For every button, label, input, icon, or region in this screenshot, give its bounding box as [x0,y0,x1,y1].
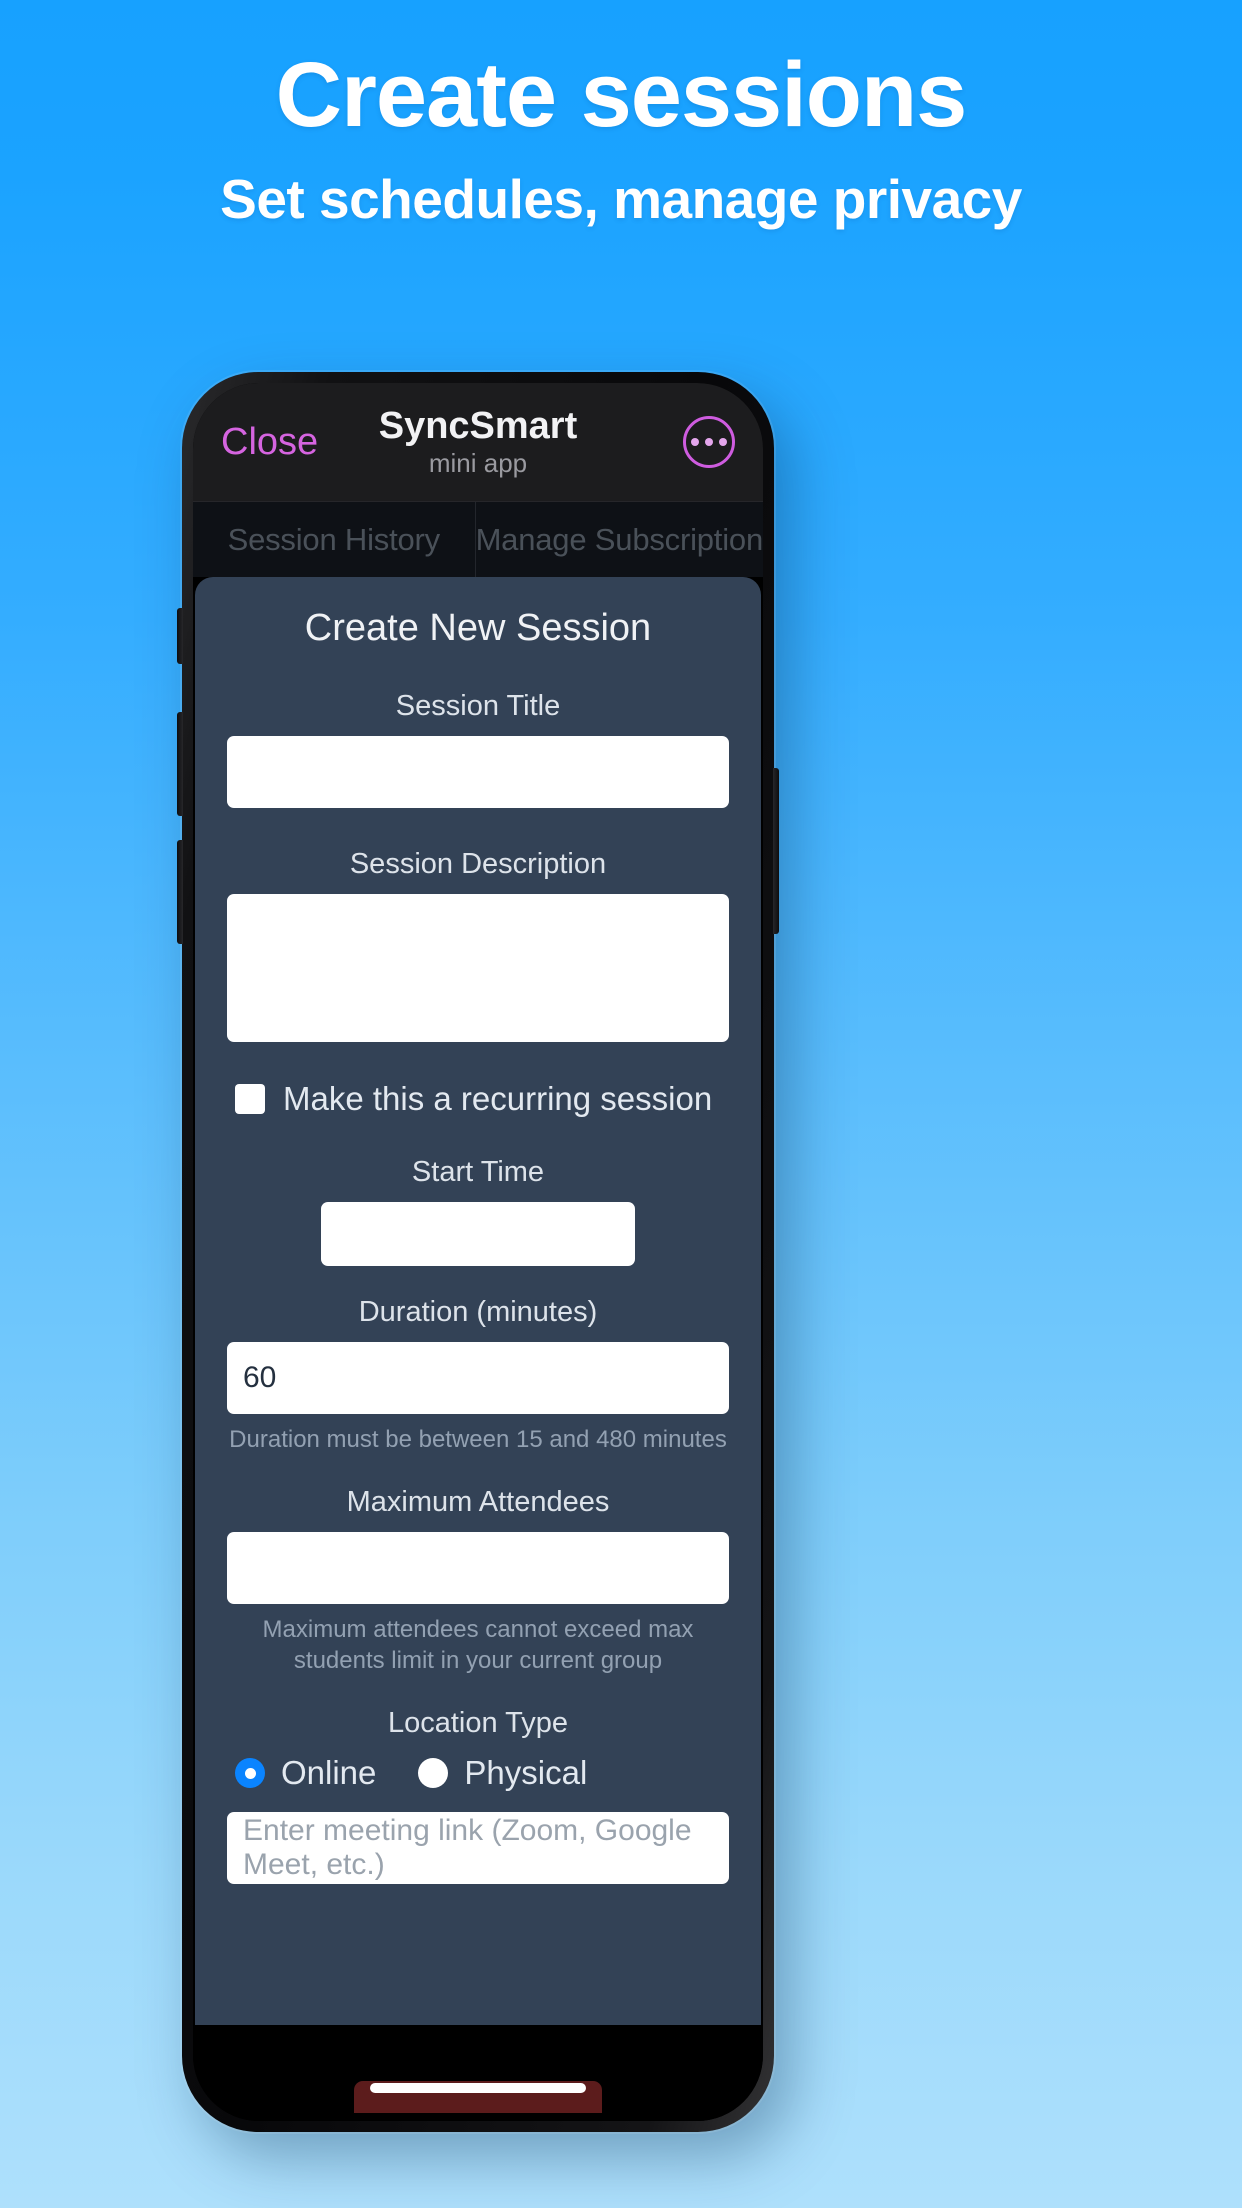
session-description-label: Session Description [349,848,607,880]
tab-bar: Session History Manage Subscription [193,501,763,577]
create-session-form: Create New Session Session Title Session… [195,577,761,2025]
max-attendees-input[interactable] [227,1531,729,1604]
page-subtitle: Set schedules, manage privacy [220,168,1022,231]
radio-physical[interactable] [418,1758,449,1789]
app-header: Close SyncSmart mini app [193,383,763,501]
session-description-input[interactable] [227,894,729,1042]
radio-online-label: Online [281,1754,377,1792]
meeting-link-input[interactable]: Enter meeting link (Zoom, Google Meet, e… [227,1812,729,1885]
max-attendees-label: Maximum Attendees [346,1485,610,1518]
volume-up-button[interactable] [177,712,183,816]
location-type-label: Location Type [387,1707,569,1740]
max-attendees-helper-text: Maximum attendees cannot exceed max stud… [262,1615,694,1675]
session-title-label: Session Title [395,690,561,722]
phone-device-mockup: Close SyncSmart mini app Session History… [177,372,779,2132]
radio-physical-label: Physical [464,1754,588,1792]
tab-manage-subscription[interactable]: Manage Subscription [474,502,763,577]
close-button[interactable]: Close [221,421,318,464]
phone-screen: Close SyncSmart mini app Session History… [193,383,763,2121]
start-time-input[interactable] [321,1202,635,1266]
tab-session-history[interactable]: Session History [193,502,475,577]
home-indicator[interactable] [370,2083,586,2093]
recurring-session-checkbox[interactable] [235,1084,265,1114]
location-type-radio-group: Online Physical [235,1754,729,1792]
marketing-copy: Create sessions Set schedules, manage pr… [0,44,1242,231]
menu-dot [705,438,713,446]
radio-online[interactable] [235,1758,265,1789]
start-time-label: Start Time [411,1156,545,1188]
recurring-session-label: Make this a recurring session [283,1080,713,1117]
menu-dot [719,438,727,446]
silent-switch-button[interactable] [177,608,183,664]
session-title-input[interactable] [227,736,729,808]
recurring-session-row[interactable]: Make this a recurring session [235,1080,729,1118]
power-button[interactable] [773,768,779,934]
ellipsis-circle-icon[interactable] [683,416,735,468]
screenshot-root: Create sessions Set schedules, manage pr… [0,0,1242,2208]
duration-helper-text: Duration must be between 15 and 480 minu… [229,1426,727,1453]
duration-input[interactable]: 60 [227,1342,729,1414]
phone-bottom-bar [193,2025,763,2121]
page-title: Create sessions [275,44,968,146]
menu-dot [691,438,699,446]
volume-down-button[interactable] [177,840,183,944]
form-title: Create New Session [304,607,652,649]
duration-label: Duration (minutes) [358,1296,598,1328]
